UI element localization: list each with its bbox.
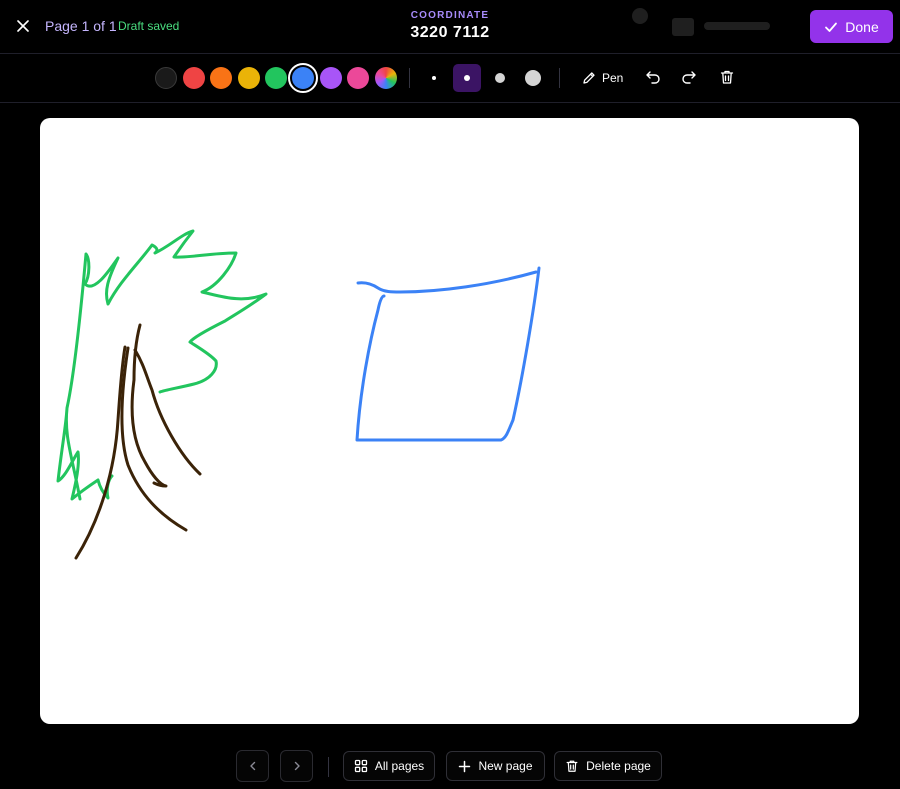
leaves-stroke <box>56 229 268 501</box>
header-bar: Page 1 of 1 Draft saved COORDINATE 3220 … <box>0 0 900 54</box>
close-icon <box>17 20 29 32</box>
coordinate-display: COORDINATE 3220 7112 <box>350 10 550 42</box>
grid-icon <box>354 759 367 773</box>
trash-icon <box>720 70 734 84</box>
color-swatch-blue[interactable] <box>288 63 318 93</box>
redo-icon <box>682 71 696 84</box>
color-swatch-purple[interactable] <box>320 67 342 89</box>
faded-background-decoration <box>628 6 778 46</box>
done-label: Done <box>845 18 879 35</box>
all-pages-label: All pages <box>374 759 425 773</box>
draft-status: Draft saved <box>118 19 180 33</box>
brush-size-s[interactable] <box>453 64 481 92</box>
delete-page-button[interactable]: Delete page <box>554 751 662 781</box>
footer-divider <box>328 757 329 777</box>
page-indicator: Page 1 of 1 <box>45 18 117 34</box>
delete-page-label: Delete page <box>586 759 651 773</box>
size-dot-icon <box>525 70 541 86</box>
undo-icon <box>646 71 660 84</box>
all-pages-button[interactable]: All pages <box>343 751 435 781</box>
toolbar-divider <box>559 68 560 88</box>
coordinate-value: 3220 7112 <box>410 24 490 41</box>
color-swatch-black[interactable] <box>155 67 177 89</box>
toolbar-divider <box>409 68 410 88</box>
brush-size-xs[interactable] <box>420 64 448 92</box>
new-page-button[interactable]: New page <box>446 751 545 781</box>
close-button[interactable] <box>12 15 34 37</box>
drawing-toolbar <box>0 54 900 103</box>
pen-tool-button[interactable]: Pen <box>582 66 623 90</box>
new-page-label: New page <box>478 759 533 773</box>
canvas-drawing <box>56 229 541 560</box>
color-picker-rainbow[interactable] <box>375 67 397 89</box>
trunk-strokes <box>74 323 202 560</box>
pen-tool-label: Pen <box>602 71 624 85</box>
plus-icon <box>459 760 471 772</box>
redo-button[interactable] <box>680 68 698 86</box>
size-dot-icon <box>495 73 505 83</box>
size-dot-icon <box>464 75 470 81</box>
color-swatch-red[interactable] <box>183 67 205 89</box>
color-swatch-orange[interactable] <box>210 67 232 89</box>
square-stroke <box>355 266 541 442</box>
color-swatch-green[interactable] <box>265 67 287 89</box>
undo-button[interactable] <box>644 68 662 86</box>
brush-size-l[interactable] <box>519 64 547 92</box>
trash-icon <box>566 760 578 772</box>
color-swatch-yellow[interactable] <box>238 67 260 89</box>
brush-size-m[interactable] <box>486 64 514 92</box>
chevron-left-icon <box>249 761 255 771</box>
size-dot-icon <box>432 76 436 80</box>
coordinate-label: COORDINATE <box>410 10 490 21</box>
color-swatch-pink[interactable] <box>347 67 369 89</box>
drawing-canvas[interactable] <box>40 118 859 724</box>
clear-canvas-button[interactable] <box>718 68 736 86</box>
chevron-right-icon <box>294 761 300 771</box>
check-icon <box>825 22 838 32</box>
next-page-button[interactable] <box>280 750 313 782</box>
pen-icon <box>583 72 595 84</box>
previous-page-button[interactable] <box>236 750 269 782</box>
done-button[interactable]: Done <box>810 10 893 43</box>
